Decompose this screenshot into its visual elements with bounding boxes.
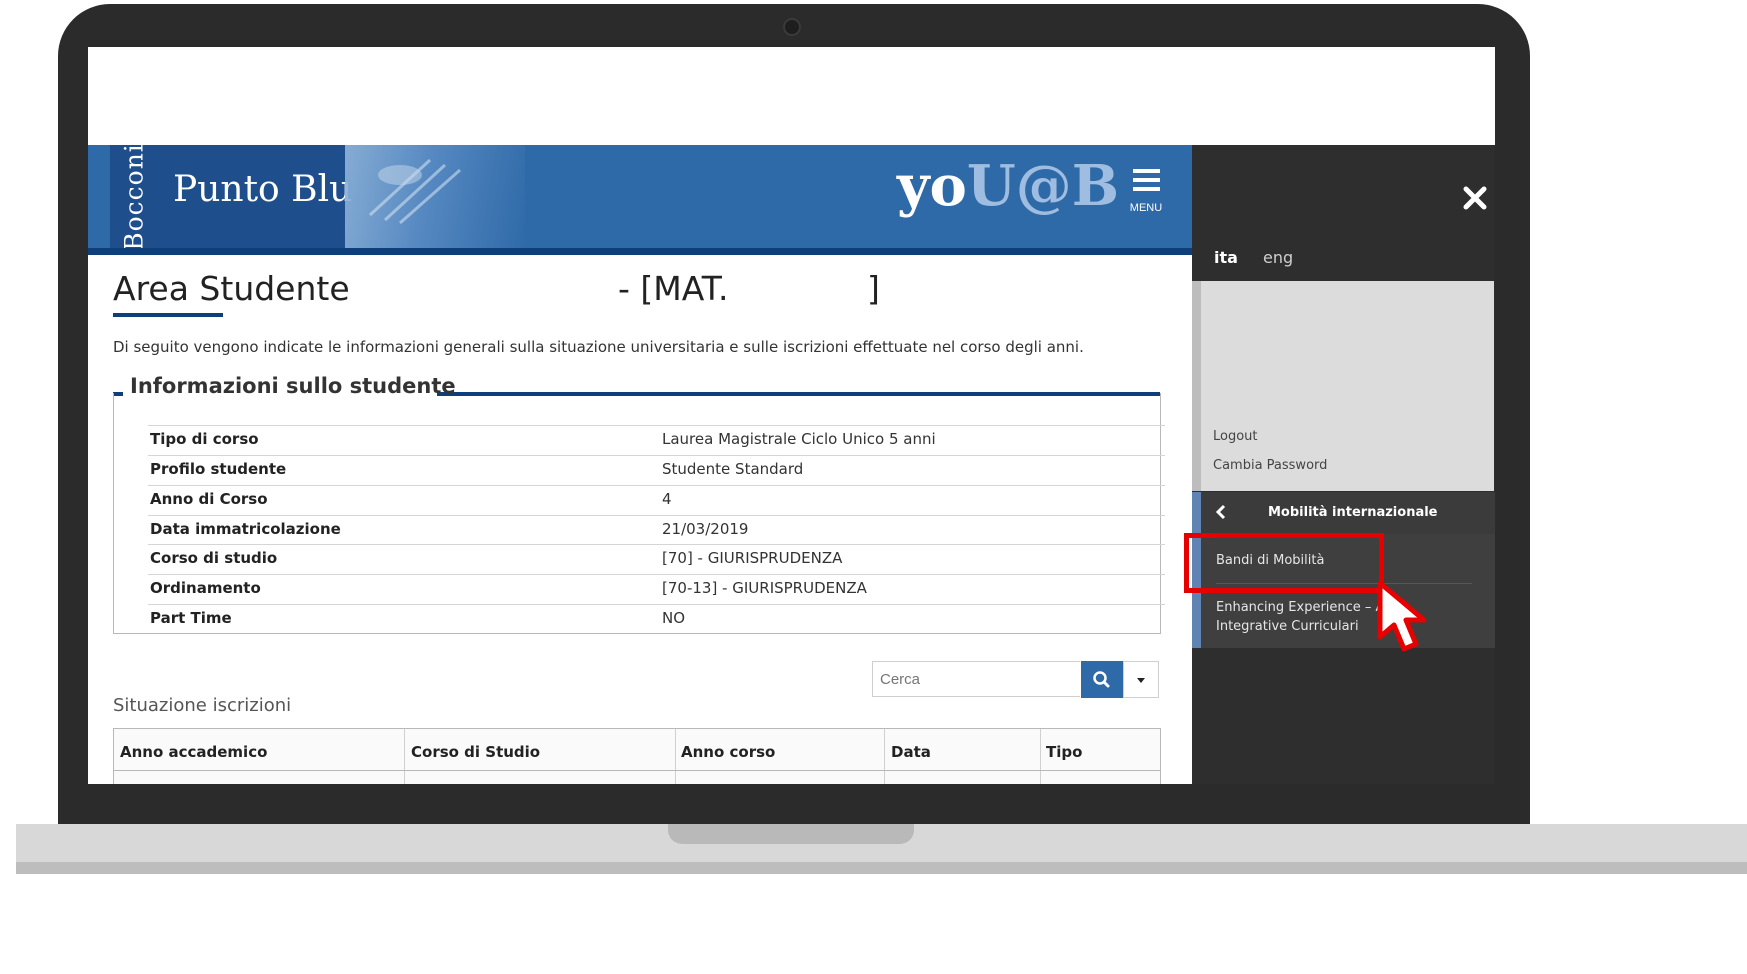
- info-value: [70-13] - GIURISPRUDENZA: [662, 579, 867, 597]
- column-header[interactable]: Anno accademico: [120, 743, 267, 761]
- info-row: Anno di Corso 4: [148, 485, 1165, 515]
- info-value: NO: [662, 609, 686, 627]
- site-header: Bocconi Punto Blu yoU@B MENU: [88, 145, 1192, 248]
- screen: Bocconi Punto Blu yoU@B MENU Area Studen…: [88, 47, 1495, 784]
- lang-eng[interactable]: eng: [1263, 248, 1293, 267]
- info-label: Ordinamento: [150, 579, 261, 597]
- column-header[interactable]: Tipo: [1046, 743, 1082, 761]
- column-header[interactable]: Corso di Studio: [411, 743, 540, 761]
- chevron-left-icon[interactable]: [1214, 504, 1228, 520]
- info-row: Corso di studio [70] - GIURISPRUDENZA: [148, 544, 1165, 574]
- info-label: Data immatricolazione: [150, 520, 341, 538]
- change-password-link[interactable]: Cambia Password: [1213, 458, 1327, 473]
- lang-ita[interactable]: ita: [1214, 248, 1238, 267]
- hamburger-icon: [1133, 169, 1160, 173]
- info-label: Anno di Corso: [150, 490, 268, 508]
- column-divider: [404, 729, 405, 784]
- column-divider: [675, 729, 676, 784]
- bocconi-logo: Bocconi: [119, 145, 149, 248]
- highlight-box: [1184, 533, 1384, 593]
- intro-text: Di seguito vengono indicate le informazi…: [113, 338, 1084, 356]
- search-icon: [1093, 671, 1110, 688]
- column-header[interactable]: Anno corso: [681, 743, 775, 761]
- info-value: [70] - GIURISPRUDENZA: [662, 549, 843, 567]
- info-label: Part Time: [150, 609, 232, 627]
- info-value: Laurea Magistrale Ciclo Unico 5 anni: [662, 430, 936, 448]
- info-value: 4: [662, 490, 672, 508]
- side-menu: ita eng Logout Cambia Password Mobilità …: [1192, 145, 1495, 784]
- matricola-prefix: - [MAT.: [618, 269, 729, 308]
- info-label: Profilo studente: [150, 460, 287, 478]
- laptop-base-shadow: [16, 862, 1747, 874]
- search-input[interactable]: [872, 661, 1080, 697]
- info-label: Corso di studio: [150, 549, 278, 567]
- hamburger-icon-bar: [1133, 187, 1160, 191]
- column-divider: [1040, 729, 1041, 784]
- info-row: Part Time NO: [148, 604, 1165, 631]
- user-panel: Logout Cambia Password: [1201, 281, 1494, 491]
- close-icon[interactable]: [1462, 185, 1488, 211]
- submenu-header[interactable]: Mobilità internazionale: [1192, 492, 1495, 648]
- submenu-title: Mobilità internazionale: [1268, 505, 1438, 520]
- search-button[interactable]: [1081, 661, 1123, 698]
- info-row: Profilo studente Studente Standard: [148, 455, 1165, 485]
- info-row: Data immatricolazione 21/03/2019: [148, 515, 1165, 545]
- column-divider: [884, 729, 885, 784]
- menu-item-enhancing-experience[interactable]: Enhancing Experience – Att: [1216, 600, 1394, 615]
- menu-item-enhancing-experience-line2[interactable]: Integrative Curriculari: [1216, 619, 1359, 634]
- student-info-fieldset: Tipo di corso Laurea Magistrale Ciclo Un…: [113, 393, 1165, 634]
- webcam: [783, 18, 801, 36]
- header-photo-keyboard: [368, 158, 461, 225]
- menu-label: MENU: [1129, 202, 1163, 214]
- cursor-icon: [1377, 580, 1427, 652]
- header-strip: [88, 248, 1192, 255]
- info-row: Tipo di corso Laurea Magistrale Ciclo Un…: [148, 425, 1165, 455]
- user-panel-edge: [1192, 281, 1201, 491]
- search-dropdown-button[interactable]: [1123, 661, 1159, 698]
- column-header[interactable]: Data: [891, 743, 931, 761]
- logout-link[interactable]: Logout: [1213, 429, 1258, 444]
- browser-blank-area: [88, 47, 1495, 145]
- hamburger-icon-bar: [1133, 178, 1160, 182]
- page-title: Area Studente: [113, 269, 350, 308]
- brand-name: Punto Blu: [173, 169, 353, 210]
- info-value: Studente Standard: [662, 460, 804, 478]
- table-header-border: [114, 770, 1160, 771]
- title-underline: [113, 313, 223, 317]
- info-label: Tipo di corso: [150, 430, 259, 448]
- caret-down-icon: [1137, 678, 1145, 683]
- info-row: Ordinamento [70-13] - GIURISPRUDENZA: [148, 574, 1165, 604]
- menu-button[interactable]: MENU: [1128, 169, 1164, 217]
- laptop-notch: [668, 824, 914, 844]
- matricola-suffix: ]: [867, 269, 880, 308]
- brand-block[interactable]: Bocconi Punto Blu: [110, 145, 352, 248]
- enrollments-table: Anno accademico Corso di Studio Anno cor…: [113, 728, 1161, 784]
- youab-logo: yoU@B: [897, 153, 1120, 219]
- enrollments-title: Situazione iscrizioni: [113, 695, 292, 716]
- info-value: 21/03/2019: [662, 520, 749, 538]
